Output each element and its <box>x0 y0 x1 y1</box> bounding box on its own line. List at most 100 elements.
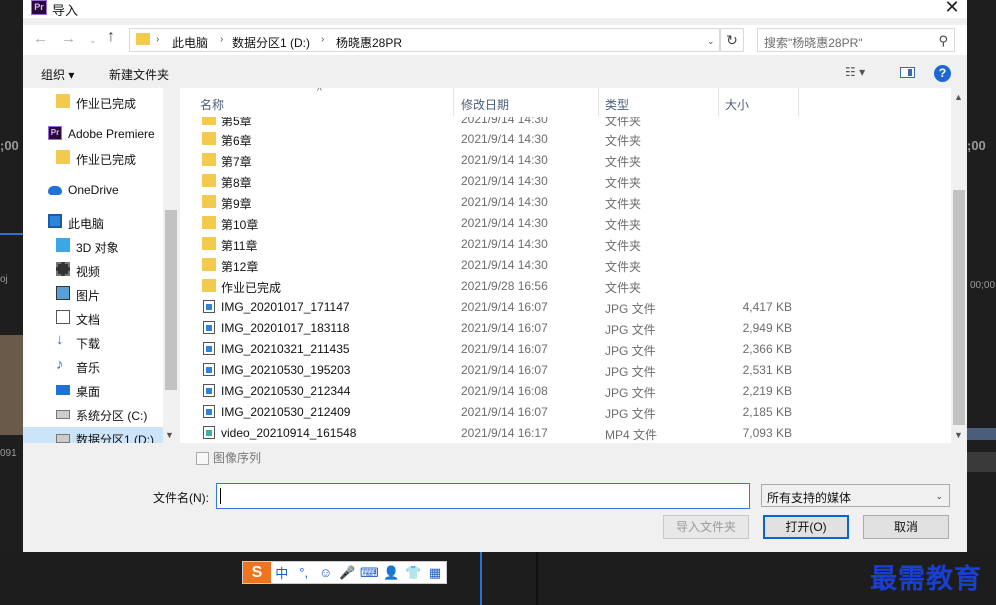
file-row[interactable]: IMG_20210530_195203 2021/9/14 16:07 JPG … <box>180 359 951 380</box>
forward-button[interactable]: → <box>61 30 76 47</box>
onedrive-icon <box>48 186 62 195</box>
file-row[interactable]: 作业已完成 2021/9/28 16:56 文件夹 <box>180 275 951 296</box>
file-type: JPG 文件 <box>605 302 656 316</box>
column-header-name[interactable]: 名称 <box>200 88 224 116</box>
sogou-logo-icon[interactable]: S <box>243 562 271 583</box>
documents-icon <box>56 310 70 324</box>
sidebar-item-label: 作业已完成 <box>76 97 137 111</box>
column-header-type[interactable]: 类型 <box>605 88 629 116</box>
file-row[interactable]: IMG_20210530_212344 2021/9/14 16:08 JPG … <box>180 380 951 401</box>
help-icon[interactable]: ? <box>934 65 951 82</box>
file-name: video_20210914_161548 <box>221 426 357 440</box>
ime-emoji-icon[interactable]: ☺ <box>315 562 337 583</box>
premiere-logo-icon: Pr <box>31 0 47 15</box>
scroll-down-arrow-icon[interactable]: ▼ <box>954 430 963 440</box>
sidebar-item-adobe-premiere[interactable]: Pr Adobe Premiere <box>23 123 163 145</box>
column-divider[interactable] <box>598 88 599 116</box>
file-row[interactable]: IMG_20201017_171147 2021/9/14 16:07 JPG … <box>180 296 951 317</box>
sidebar-item-downloads[interactable]: ↓ 下载 <box>23 331 163 353</box>
column-divider[interactable] <box>453 88 454 116</box>
file-row[interactable]: 第8章 2021/9/14 14:30 文件夹 <box>180 170 951 191</box>
sidebar-item-label: Adobe Premiere <box>68 127 155 141</box>
sidebar-item-documents[interactable]: 文档 <box>23 307 163 329</box>
sidebar-item-videos[interactable]: 视频 <box>23 259 163 281</box>
file-row[interactable]: 第9章 2021/9/14 14:30 文件夹 <box>180 191 951 212</box>
ime-user-icon[interactable]: 👤 <box>380 562 402 583</box>
recent-locations-button[interactable]: ⌄ <box>89 35 97 46</box>
sidebar-item-homework-done[interactable]: 作业已完成 <box>23 91 163 113</box>
file-list-scroll-thumb[interactable] <box>953 190 965 425</box>
file-size: 4,417 KB <box>742 300 792 314</box>
file-row[interactable]: IMG_20201017_183118 2021/9/14 16:07 JPG … <box>180 317 951 338</box>
breadcrumb-drive-d[interactable]: 数据分区1 (D:) <box>232 34 310 51</box>
breadcrumb-chevron-icon[interactable]: › <box>321 34 324 45</box>
sidebar-item-this-pc[interactable]: 此电脑 <box>23 211 163 233</box>
search-icon[interactable]: ⚲ <box>938 33 948 49</box>
file-row[interactable]: 第6章 2021/9/14 14:30 文件夹 <box>180 128 951 149</box>
breadcrumb-current-folder[interactable]: 杨晓惠28PR <box>336 34 402 51</box>
navigation-pane-scroll-thumb[interactable] <box>165 210 177 390</box>
column-header-size[interactable]: 大小 <box>725 88 749 116</box>
file-row[interactable]: IMG_20210321_211435 2021/9/14 16:07 JPG … <box>180 338 951 359</box>
breadcrumb-chevron-icon[interactable]: › <box>156 34 159 45</box>
sidebar-item-homework-done-2[interactable]: 作业已完成 <box>23 147 163 169</box>
file-row[interactable]: 第10章 2021/9/14 14:30 文件夹 <box>180 212 951 233</box>
sidebar-item-3d-objects[interactable]: 3D 对象 <box>23 235 163 257</box>
search-box[interactable]: 搜索"杨晓惠28PR" ⚲ <box>757 28 955 52</box>
file-row[interactable]: 第12章 2021/9/14 14:30 文件夹 <box>180 254 951 275</box>
filetype-select[interactable]: 所有支持的媒体 ⌄ <box>761 484 950 507</box>
cancel-button[interactable]: 取消 <box>863 515 949 539</box>
import-folder-button[interactable]: 导入文件夹 <box>663 515 749 539</box>
sidebar-item-desktop[interactable]: 桌面 <box>23 379 163 401</box>
file-date: 2021/9/14 16:07 <box>461 321 548 335</box>
breadcrumb-this-pc[interactable]: 此电脑 <box>172 34 208 51</box>
sidebar-item-pictures[interactable]: 图片 <box>23 283 163 305</box>
back-button[interactable]: ← <box>33 30 48 47</box>
sidebar-item-drive-c[interactable]: 系统分区 (C:) <box>23 403 163 425</box>
column-divider[interactable] <box>718 88 719 116</box>
sidebar-item-music[interactable]: ♪ 音乐 <box>23 355 163 377</box>
image-sequence-checkbox[interactable] <box>196 452 209 465</box>
file-name: 作业已完成 <box>221 281 282 295</box>
folder-icon <box>202 195 216 208</box>
ime-keyboard-icon[interactable]: ⌨ <box>358 562 380 583</box>
file-row[interactable]: video_20210914_161548 2021/9/14 16:17 MP… <box>180 422 951 443</box>
file-row[interactable]: 第5章 2021/9/14 14:30 文件夹 <box>180 117 951 129</box>
sidebar-item-label: OneDrive <box>68 183 119 197</box>
file-row[interactable]: IMG_20210530_212409 2021/9/14 16:07 JPG … <box>180 401 951 422</box>
preview-pane-icon[interactable] <box>900 67 915 78</box>
file-name: IMG_20210321_211435 <box>221 342 350 356</box>
column-divider[interactable] <box>798 88 799 116</box>
filename-input[interactable]: ⌄ <box>216 483 936 509</box>
file-size: 2,366 KB <box>742 342 792 356</box>
ime-skin-icon[interactable]: 👕 <box>402 562 424 583</box>
ime-punctuation-icon[interactable]: °, <box>293 562 315 583</box>
dialog-title: 导入 <box>52 3 79 18</box>
scroll-down-arrow-icon[interactable]: ▼ <box>165 430 174 440</box>
scroll-up-arrow-icon[interactable]: ▲ <box>954 92 963 102</box>
sidebar-item-label: 图片 <box>76 289 101 303</box>
video-file-icon <box>203 426 215 439</box>
premiere-panel-divider <box>536 552 538 605</box>
column-header-date[interactable]: 修改日期 <box>461 88 509 116</box>
ime-chinese-mode[interactable]: 中 <box>271 562 293 583</box>
file-row[interactable]: 第7章 2021/9/14 14:30 文件夹 <box>180 149 951 170</box>
ime-toolbox-icon[interactable]: ▦ <box>424 562 446 583</box>
folder-icon <box>202 153 216 166</box>
organize-button[interactable]: 组织 ▾ <box>41 66 74 83</box>
address-bar[interactable]: › 此电脑 › 数据分区1 (D:) › 杨晓惠28PR ⌄ <box>129 28 720 52</box>
new-folder-button[interactable]: 新建文件夹 <box>109 66 169 83</box>
up-button[interactable]: ↑ <box>107 28 115 46</box>
sidebar-item-onedrive[interactable]: OneDrive <box>23 179 163 201</box>
close-button[interactable]: ✕ <box>937 0 967 18</box>
drive-icon <box>56 434 70 443</box>
sidebar-item-drive-d[interactable]: 数据分区1 (D:) <box>23 427 163 443</box>
refresh-button[interactable]: ↻ <box>720 28 744 52</box>
file-row[interactable]: 第11章 2021/9/14 14:30 文件夹 <box>180 233 951 254</box>
open-button[interactable]: 打开(O) <box>763 515 849 539</box>
ime-voice-icon[interactable]: 🎤 <box>337 562 359 583</box>
change-view-button[interactable]: ☷ ▾ <box>845 65 865 79</box>
file-name: IMG_20210530_195203 <box>221 363 351 377</box>
breadcrumb-chevron-icon[interactable]: › <box>220 34 223 45</box>
address-dropdown-icon[interactable]: ⌄ <box>707 36 715 47</box>
